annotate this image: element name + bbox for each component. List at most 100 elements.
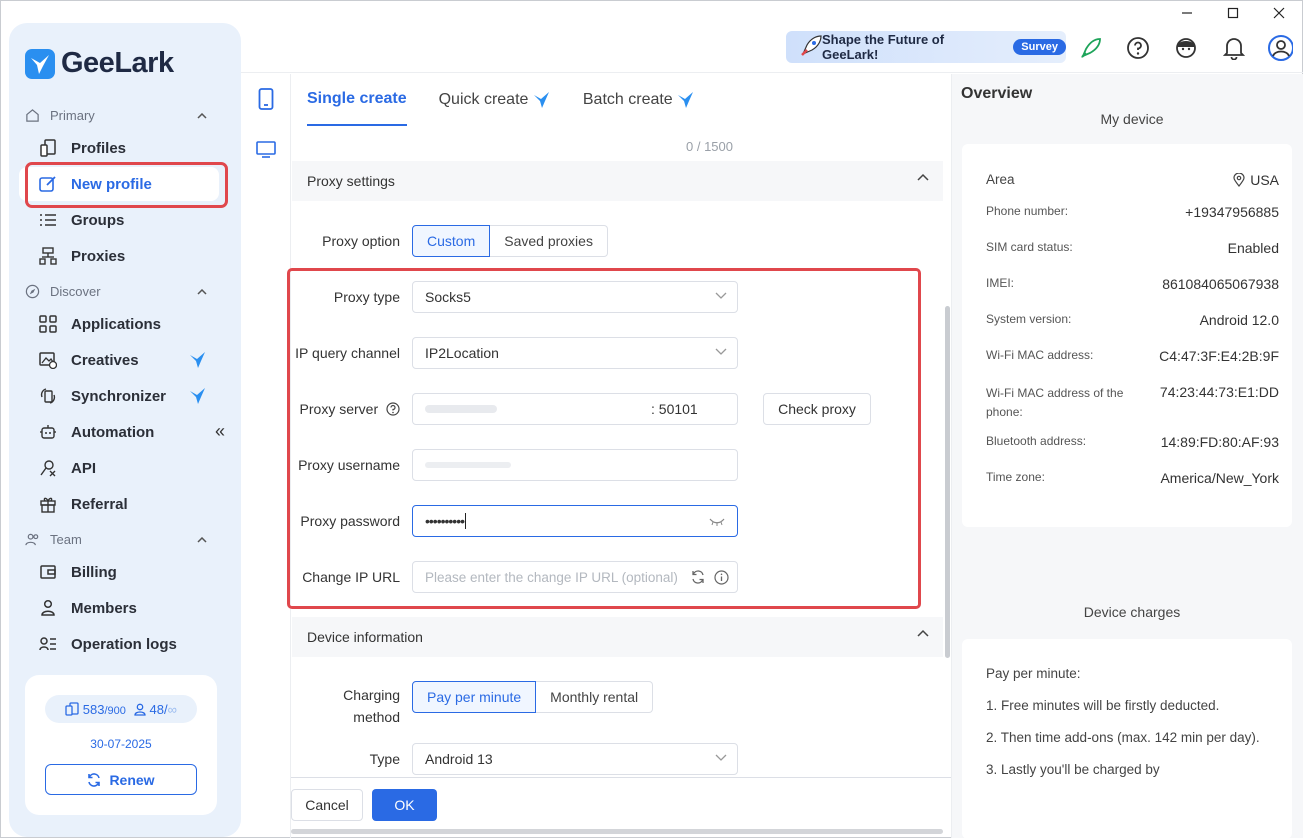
cancel-button[interactable]: Cancel (291, 789, 363, 821)
renew-button[interactable]: Renew (45, 764, 197, 795)
profiles-icon (37, 137, 59, 159)
charging-method-toggle: Pay per minute Monthly rental (412, 681, 654, 713)
bird-badge-icon (678, 92, 694, 108)
desktop-icon[interactable] (253, 137, 279, 163)
row-imei: IMEI: 861084065067938 (986, 276, 1279, 292)
charges-card: Pay per minute: 1. Free minutes will be … (962, 639, 1292, 838)
section-team[interactable]: Team (25, 532, 207, 547)
overview-panel: Overview My device Area USA Phone number… (951, 74, 1303, 838)
row-value: Enabled (1227, 240, 1279, 256)
row-value: +19347956885 (1185, 204, 1279, 220)
sidebar-item-label: Groups (71, 211, 125, 229)
ok-button[interactable]: OK (372, 789, 437, 821)
expiry-date: 30-07-2025 (90, 737, 152, 751)
sidebar-item-proxies[interactable]: Proxies (19, 239, 219, 273)
row-wifi-mac-phone: Wi-Fi MAC address of the phone: 74:23:44:… (986, 384, 1279, 422)
device-details-card: Area USA Phone number: +19347956885 SIM c… (962, 144, 1292, 527)
renew-label: Renew (109, 771, 155, 788)
device-type-rail (241, 74, 291, 838)
row-key: Wi-Fi MAC address of the phone: (986, 386, 1124, 419)
bird-badge-icon (190, 388, 205, 404)
proxy-option-toggle: Custom Saved proxies (412, 225, 608, 257)
row-key: Bluetooth address: (986, 434, 1087, 448)
survey-badge[interactable]: Survey (1013, 39, 1066, 55)
close-icon[interactable] (1256, 1, 1302, 25)
form-divider (291, 777, 951, 778)
sidebar-item-billing[interactable]: Billing (19, 555, 219, 589)
row-key: Area (986, 172, 1015, 187)
row-value: 861084065067938 (1162, 276, 1279, 292)
sidebar-item-automation[interactable]: Automation (19, 415, 219, 449)
collapse-sidebar-icon[interactable]: « (215, 421, 225, 442)
banner-text: Shape the Future of GeeLark! (822, 32, 945, 62)
avatar-icon[interactable] (1267, 35, 1293, 61)
apps-grid-icon (37, 313, 59, 335)
list-icon (37, 209, 59, 231)
chevron-down-icon (715, 754, 727, 761)
device-type-label: Type (369, 751, 400, 767)
tab-label: Quick create (438, 91, 529, 108)
section-discover[interactable]: Discover (25, 284, 207, 299)
phone-icon[interactable] (253, 86, 279, 112)
tab-quick-create[interactable]: Quick create (439, 74, 551, 126)
sidebar-item-label: Synchronizer (71, 387, 167, 405)
create-tabs: Single create Quick create Batch create (307, 74, 695, 126)
charge-line: 3. Lastly you'll be charged by (986, 762, 1160, 777)
device-type-select[interactable]: Android 13 (412, 743, 738, 775)
proxy-settings-header[interactable]: Proxy settings (292, 161, 943, 201)
window-controls (1164, 1, 1302, 25)
row-value: USA (1233, 172, 1279, 188)
sidebar-item-label: Profiles (71, 139, 127, 157)
support-agent-icon[interactable] (1173, 35, 1199, 61)
row-area: Area USA (986, 172, 1279, 188)
section-primary[interactable]: Primary (25, 108, 207, 123)
chevron-up-icon (917, 173, 929, 181)
row-key: SIM card status: (986, 240, 1073, 254)
sidebar-item-applications[interactable]: Applications (19, 307, 219, 341)
minimize-icon[interactable] (1164, 1, 1210, 25)
device-information-header[interactable]: Device information (292, 617, 943, 657)
sidebar-item-label: Billing (71, 563, 117, 581)
survey-banner[interactable]: Shape the Future of GeeLark! Survey (786, 31, 1066, 63)
help-icon[interactable] (1125, 35, 1151, 61)
sidebar-item-referral[interactable]: Referral (19, 487, 219, 521)
sidebar-item-creatives[interactable]: Creatives (19, 343, 219, 377)
logs-icon (37, 633, 59, 655)
tab-label: Single create (307, 90, 407, 107)
proxy-option-label: Proxy option (322, 233, 400, 249)
bird-badge-icon (190, 352, 205, 368)
tab-single-create[interactable]: Single create (307, 74, 407, 126)
highlight-new-profile (25, 162, 228, 208)
saved-proxies-option[interactable]: Saved proxies (490, 225, 608, 257)
phones-icon (65, 701, 79, 716)
row-value: 74:23:44:73:E1:DD (1159, 384, 1279, 400)
sidebar-item-groups[interactable]: Groups (19, 203, 219, 237)
network-icon (37, 245, 59, 267)
devices-max: /900 (104, 704, 126, 717)
tab-batch-create[interactable]: Batch create (583, 74, 695, 126)
vertical-scrollbar[interactable] (945, 306, 950, 658)
sidebar-item-profiles[interactable]: Profiles (19, 131, 219, 165)
sidebar-item-label: Operation logs (71, 635, 177, 653)
image-icon (37, 349, 59, 371)
horizontal-scrollbar[interactable] (291, 829, 943, 834)
custom-option[interactable]: Custom (412, 225, 491, 257)
members-count: 48/ (149, 701, 168, 717)
notification-bell-icon[interactable] (1221, 35, 1247, 61)
monthly-rental-option[interactable]: Monthly rental (536, 681, 654, 713)
sidebar-item-label: Creatives (71, 351, 139, 369)
sidebar-item-label: API (71, 459, 97, 477)
highlight-proxy-fields (287, 268, 921, 609)
section-title: Proxy settings (307, 173, 395, 189)
rocket-launch-icon[interactable] (1078, 35, 1104, 61)
pay-per-minute-option[interactable]: Pay per minute (412, 681, 537, 713)
sidebar-item-synchronizer[interactable]: Synchronizer (19, 379, 219, 413)
section-label: Discover (50, 284, 101, 299)
sidebar-item-api[interactable]: API (19, 451, 219, 485)
sidebar-item-members[interactable]: Members (19, 591, 219, 625)
row-key: Phone number: (986, 204, 1069, 218)
sidebar-item-operation-logs[interactable]: Operation logs (19, 627, 219, 661)
maximize-icon[interactable] (1210, 1, 1256, 25)
row-key: Time zone: (986, 470, 1045, 484)
profile-counter: 0 / 1500 (686, 139, 733, 154)
